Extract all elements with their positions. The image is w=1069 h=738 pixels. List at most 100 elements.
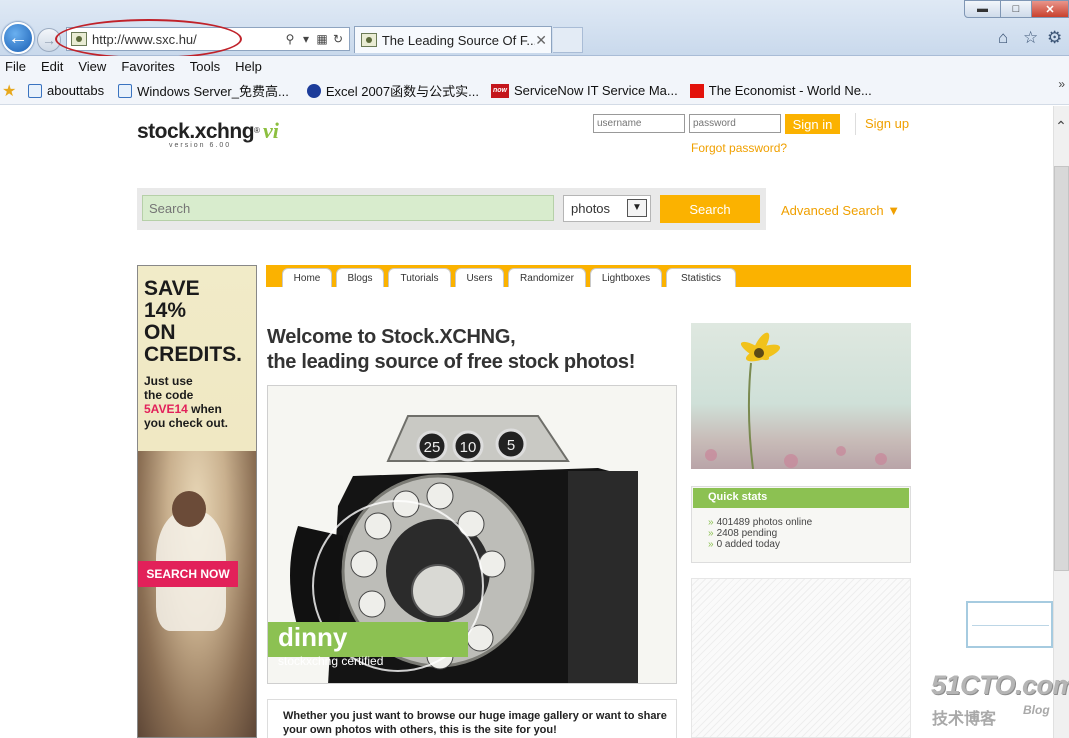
- stats-value: 2408 pending: [716, 528, 778, 539]
- sign-up-link[interactable]: Sign up: [865, 116, 909, 131]
- favorite-label: ServiceNow IT Service Ma...: [513, 83, 678, 98]
- favorites-add-icon[interactable]: ★: [2, 81, 22, 101]
- search-icon[interactable]: ⚲: [282, 32, 298, 46]
- advanced-search-link[interactable]: Advanced Search ▼: [781, 203, 900, 218]
- ad-placeholder: [691, 578, 911, 738]
- home-icon[interactable]: ⌂: [998, 28, 1008, 48]
- tab-statistics[interactable]: Statistics: [666, 268, 736, 287]
- bullet-icon: »: [708, 539, 714, 550]
- stats-line: » 401489 photos online: [708, 517, 812, 528]
- triangle-down-icon: ▼: [887, 203, 901, 218]
- favorite-label: The Economist - World Ne...: [708, 83, 872, 98]
- username-field[interactable]: [593, 114, 685, 133]
- logo-vi: vi: [262, 118, 279, 143]
- scrollbar-thumb[interactable]: [1054, 166, 1069, 571]
- economist-icon: [689, 83, 704, 98]
- favorite-label: Windows Server_免费高...: [137, 84, 289, 99]
- menu-file[interactable]: File: [0, 59, 32, 74]
- paw-icon: [306, 83, 321, 98]
- tab-randomizer[interactable]: Randomizer: [508, 268, 586, 287]
- favorite-item[interactable]: Windows Server_免费高...: [118, 81, 289, 100]
- close-icon: ✕: [1045, 3, 1055, 16]
- password-field[interactable]: [689, 114, 781, 133]
- page-title: Welcome to Stock.XCHNG, the leading sour…: [267, 325, 635, 375]
- servicenow-icon: now: [490, 83, 509, 98]
- stats-value: 0 added today: [716, 539, 780, 550]
- new-tab-button[interactable]: [553, 27, 583, 53]
- minimize-button[interactable]: ▬: [964, 0, 1001, 18]
- ad-headline-line: CREDITS.: [144, 343, 243, 366]
- favorite-item[interactable]: Excel 2007函数与公式实...: [306, 81, 479, 100]
- search-input[interactable]: [142, 195, 554, 221]
- ad-copy-line: Just use: [144, 374, 193, 388]
- favorites-star-icon[interactable]: ☆: [1023, 28, 1038, 48]
- flower-photo[interactable]: [691, 323, 911, 469]
- divider: [855, 113, 856, 135]
- forgot-password-link[interactable]: Forgot password?: [691, 141, 787, 155]
- ie-page-icon: [118, 83, 133, 98]
- chevron-down-icon[interactable]: ▼: [627, 199, 647, 217]
- page-title-line: Welcome to Stock.XCHNG,: [267, 326, 516, 348]
- browser-tab[interactable]: The Leading Source Of F... ✕: [354, 26, 552, 53]
- tab-page-icon: [361, 33, 377, 47]
- ad-headline-line: SAVE: [144, 277, 200, 300]
- watermark-blog: Blog: [1023, 703, 1050, 717]
- bullet-icon: »: [708, 528, 714, 539]
- ad-promo-code: 5AVE14: [144, 402, 188, 416]
- maximize-button[interactable]: □: [1000, 0, 1032, 18]
- menu-tools[interactable]: Tools: [184, 59, 226, 74]
- tab-lightboxes[interactable]: Lightboxes: [590, 268, 662, 287]
- chevron-more-icon[interactable]: »: [1058, 77, 1065, 91]
- close-tab-icon[interactable]: ✕: [535, 32, 547, 49]
- quick-stats-title: Quick stats: [693, 488, 909, 508]
- compatibility-icon[interactable]: ▦: [314, 32, 330, 46]
- sign-in-button[interactable]: Sign in: [785, 114, 840, 134]
- ad-headline-line: 14%: [144, 299, 187, 322]
- scroll-up-icon[interactable]: ⌃: [1053, 118, 1069, 138]
- ad-copy-line: when: [187, 402, 222, 416]
- menu-favorites[interactable]: Favorites: [115, 59, 180, 74]
- menu-edit[interactable]: Edit: [35, 59, 69, 74]
- page-title-line: the leading source of free stock photos!: [267, 351, 636, 373]
- stats-line: » 0 added today: [708, 539, 780, 550]
- watermark-sub: 技术博客: [932, 711, 997, 728]
- favorite-item[interactable]: abouttabs: [28, 83, 104, 98]
- back-button[interactable]: ←: [2, 22, 34, 54]
- settings-gear-icon[interactable]: ⚙: [1047, 28, 1062, 48]
- bullet-icon: »: [708, 517, 714, 528]
- tab-users[interactable]: Users: [455, 268, 504, 287]
- tab-home[interactable]: Home: [282, 268, 332, 287]
- menu-view[interactable]: View: [72, 59, 112, 74]
- logo-text: stock.xchng: [137, 120, 255, 143]
- arrow-left-icon: ←: [8, 26, 28, 49]
- logo-registered: ®: [254, 126, 260, 135]
- tab-blogs[interactable]: Blogs: [336, 268, 384, 287]
- banner-ad[interactable]: SAVE 14% ON CREDITS. Just use the code 5…: [137, 265, 257, 738]
- photographer-name[interactable]: dinny: [278, 622, 347, 653]
- ad-headline: SAVE 14% ON CREDITS.: [144, 278, 242, 366]
- featured-photo[interactable]: 25 10 5 dinny stockxchng certified: [267, 385, 677, 684]
- intro-text: Whether you just want to browse our huge…: [283, 710, 667, 736]
- ad-copy: Just use the code 5AVE14 when you check …: [144, 374, 228, 430]
- favorite-item[interactable]: now ServiceNow IT Service Ma...: [490, 83, 678, 98]
- menu-help[interactable]: Help: [229, 59, 268, 74]
- stats-line: » 2408 pending: [708, 528, 777, 539]
- stats-value: 401489 photos online: [716, 517, 813, 528]
- menu-bar: File Edit View Favorites Tools Help: [0, 56, 1069, 77]
- address-highlight-annotation: [55, 19, 242, 59]
- favorite-label: abouttabs: [47, 83, 105, 98]
- close-window-button[interactable]: ✕: [1031, 0, 1069, 18]
- logo-version: version 6.00: [169, 142, 232, 149]
- maximize-icon: □: [1012, 3, 1020, 15]
- site-logo[interactable]: stock.xchng® vi version 6.00: [137, 118, 279, 149]
- coin-slot-label: 5: [507, 437, 515, 454]
- tab-tutorials[interactable]: Tutorials: [388, 268, 451, 287]
- flower-image: [705, 332, 887, 469]
- ad-search-now-button[interactable]: SEARCH NOW: [138, 561, 238, 587]
- dropdown-icon[interactable]: ▾: [298, 32, 314, 46]
- floating-widget[interactable]: [966, 601, 1053, 648]
- search-button[interactable]: Search: [660, 195, 760, 223]
- refresh-icon[interactable]: ↻: [330, 32, 346, 46]
- favorite-item[interactable]: The Economist - World Ne...: [689, 83, 872, 98]
- watermark-main: 51CTO.com: [931, 670, 1069, 700]
